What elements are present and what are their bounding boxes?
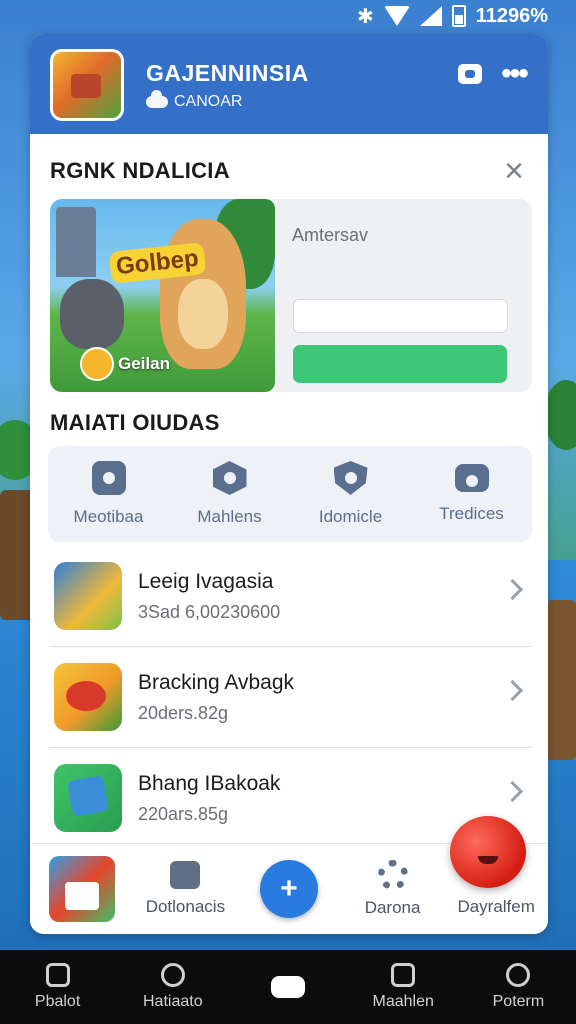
signal-icon	[419, 6, 442, 26]
clock-icon	[506, 963, 531, 987]
system-nav-bar: Pbalot Hatiaato Maahlen Poterm	[0, 950, 576, 1024]
app-title: GAJENNINSIA	[146, 60, 309, 86]
sys-nav-people[interactable]: Hatiaato	[115, 963, 230, 1011]
main-card: GAJENNINSIA CANOAR ••• RGNK NDALICIA × G…	[30, 34, 548, 934]
featured-action-button[interactable]	[293, 345, 507, 383]
home-icon	[45, 963, 70, 987]
game-title: Bhang IBakoak	[138, 771, 281, 795]
list-item[interactable]: Bracking Avbagk 20ders.82g	[50, 647, 532, 748]
llama-character-art	[160, 219, 246, 369]
category-item[interactable]: Idomicle	[290, 446, 411, 542]
plus-icon: +	[259, 860, 318, 918]
bluetooth-icon: ✱	[356, 5, 374, 28]
app-header: GAJENNINSIA CANOAR •••	[30, 34, 548, 134]
chevron-right-icon	[501, 780, 524, 803]
categories-heading: MAIATI OIUDAS	[50, 410, 220, 435]
nav-darona[interactable]: Darona	[341, 860, 445, 918]
game-thumbnail	[54, 764, 122, 832]
category-item[interactable]: Tredices	[411, 446, 532, 542]
nav-add-button[interactable]: +	[237, 860, 341, 918]
featured-input[interactable]	[293, 299, 508, 333]
game-thumbnail	[54, 562, 122, 630]
list-item-text: Bracking Avbagk 20ders.82g	[138, 671, 294, 724]
background-land-right	[546, 600, 576, 760]
sys-nav-center[interactable]	[230, 976, 345, 998]
category-label: Meotibaa	[73, 507, 144, 526]
chevron-right-icon	[501, 578, 524, 601]
home-icon	[48, 856, 115, 922]
list-item-text: Bhang IBakoak 220ars.85g	[138, 772, 280, 825]
messages-button[interactable]	[454, 58, 486, 90]
game-subtitle: 220ars.85g	[138, 803, 229, 824]
more-button[interactable]: •••	[498, 58, 530, 90]
sys-nav-label: Poterm	[492, 993, 545, 1010]
nav-dotlonacis[interactable]: Dotlonacis	[134, 861, 238, 917]
home-pill-icon	[271, 976, 305, 998]
sys-nav-messages[interactable]: Maahlen	[346, 963, 461, 1011]
game-thumbnail	[54, 663, 122, 731]
battery-icon	[451, 5, 466, 27]
category-item[interactable]: Mahlens	[169, 446, 290, 542]
character-icon	[80, 347, 114, 381]
hexagon-icon	[212, 461, 247, 495]
sys-nav-label: Hatiaato	[143, 993, 203, 1010]
message-icon	[391, 963, 416, 987]
game-subtitle: 3Sad 6,00230600	[138, 601, 281, 622]
nav-label: Dotlonacis	[145, 897, 226, 916]
nav-home[interactable]	[30, 856, 134, 922]
list-item[interactable]: Leeig Ivagasia 3Sad 6,00230600	[50, 546, 532, 647]
sys-nav-label: Pbalot	[34, 993, 81, 1010]
chat-icon	[170, 861, 201, 889]
chevron-right-icon	[501, 679, 524, 702]
close-button[interactable]: ×	[498, 154, 530, 188]
featured-label: Amtersav	[292, 225, 369, 245]
nav-label: Dayralfem	[457, 897, 535, 916]
close-icon: ×	[504, 152, 524, 190]
home-icon	[91, 461, 126, 495]
category-label: Mahlens	[197, 507, 262, 526]
gear-icon	[377, 860, 408, 890]
category-item[interactable]: Meotibaa	[48, 446, 169, 542]
app-subtitle: CANOAR	[146, 90, 243, 111]
banner-badge-label: Geilan	[118, 354, 170, 373]
castle-art	[56, 207, 96, 277]
category-label: Idomicle	[318, 507, 383, 526]
wifi-icon	[383, 6, 410, 26]
game-title: Bracking Avbagk	[138, 670, 295, 694]
camera-icon	[454, 464, 489, 492]
background-tree-right	[544, 380, 576, 450]
game-logo[interactable]	[50, 49, 124, 121]
status-bar: ✱ 11296%	[0, 0, 576, 32]
featured-banner[interactable]: Golbep Geilan Amtersav	[50, 199, 532, 392]
mascot-icon[interactable]	[450, 816, 526, 888]
sys-nav-clock[interactable]: Poterm	[461, 963, 576, 1011]
cloud-icon	[146, 90, 168, 108]
status-time: 11296%	[475, 4, 548, 27]
shield-icon	[333, 461, 368, 495]
category-bar: Meotibaa Mahlens Idomicle Tredices	[48, 446, 532, 542]
message-icon	[458, 64, 482, 84]
game-list: Leeig Ivagasia 3Sad 6,00230600 Bracking …	[50, 546, 532, 848]
app-subtitle-text: CANOAR	[174, 93, 243, 110]
list-item-text: Leeig Ivagasia 3Sad 6,00230600	[138, 570, 280, 623]
sys-nav-home[interactable]: Pbalot	[0, 963, 115, 1011]
game-subtitle: 20ders.82g	[138, 702, 229, 723]
category-label: Tredices	[439, 504, 504, 523]
featured-artwork[interactable]: Golbep Geilan	[50, 199, 275, 392]
promo-heading: RGNK NDALICIA	[50, 158, 230, 183]
people-icon	[160, 963, 185, 987]
sys-nav-label: Maahlen	[372, 993, 434, 1010]
banner-badge: Geilan	[80, 347, 170, 381]
game-title: Leeig Ivagasia	[138, 569, 274, 593]
creature-art	[60, 279, 124, 349]
nav-label: Darona	[364, 898, 421, 917]
more-dots-icon: •••	[501, 57, 528, 90]
game-logo-art	[53, 52, 121, 118]
